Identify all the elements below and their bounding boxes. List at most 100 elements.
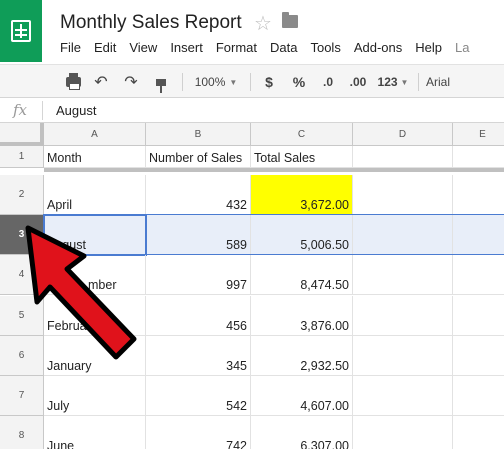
cell-e5[interactable] <box>453 296 504 336</box>
menu-edit[interactable]: Edit <box>94 40 116 55</box>
more-formats-label: 123 <box>377 75 398 89</box>
row-head-7[interactable]: 7 <box>0 376 44 416</box>
cell-c5[interactable]: 3,876.00 <box>251 296 353 336</box>
cell-a1[interactable]: Month <box>44 146 146 168</box>
col-head-a[interactable]: A <box>44 123 146 146</box>
menu-view[interactable]: View <box>129 40 157 55</box>
chevron-down-icon: ▼ <box>229 77 238 87</box>
cell-d6[interactable] <box>353 336 453 376</box>
cell-d7[interactable] <box>353 376 453 416</box>
currency-button[interactable]: $ <box>259 65 279 99</box>
cell-d2[interactable] <box>353 175 453 215</box>
formula-bar: fx August <box>0 98 504 123</box>
zoom-select[interactable]: 100% ▼ <box>190 65 242 99</box>
fx-icon: fx <box>13 101 28 119</box>
cell-a4[interactable]: mber <box>44 255 146 295</box>
print-button[interactable] <box>62 65 84 99</box>
toolbar-divider <box>250 73 251 91</box>
cell-a7[interactable]: July <box>44 376 146 416</box>
menu-insert[interactable]: Insert <box>170 40 203 55</box>
spreadsheet-grid: A B C D E 1 Month Number of Sales Total Sales 2 Ap… <box>0 123 504 449</box>
menu-help[interactable]: Help <box>415 40 442 55</box>
cell-e3[interactable] <box>453 215 504 255</box>
menu-tools[interactable]: Tools <box>310 40 340 55</box>
cell-a6[interactable]: January <box>44 336 146 376</box>
menu-format[interactable]: Format <box>216 40 257 55</box>
formula-bar-divider <box>42 101 43 120</box>
toolbar-divider <box>418 73 419 91</box>
redo-button[interactable]: ↷ <box>120 65 142 99</box>
cell-b5[interactable]: 456 <box>146 296 251 336</box>
paint-format-button[interactable] <box>150 65 172 99</box>
cell-b7[interactable]: 542 <box>146 376 251 416</box>
col-head-b[interactable]: B <box>146 123 251 146</box>
cell-c1[interactable]: Total Sales <box>251 146 353 168</box>
cell-a3[interactable]: August <box>44 215 146 255</box>
col-head-c[interactable]: C <box>251 123 353 146</box>
formula-input[interactable]: August <box>56 103 96 118</box>
cell-c3[interactable]: 5,006.50 <box>251 215 353 255</box>
sheets-app: Monthly Sales Report ☆ File Edit View In… <box>0 0 504 449</box>
increase-decimals-button[interactable]: .00 <box>344 65 372 99</box>
cell-c6[interactable]: 2,932.50 <box>251 336 353 376</box>
cell-d1[interactable] <box>353 146 453 168</box>
cell-c7[interactable]: 4,607.00 <box>251 376 353 416</box>
cell-b4[interactable]: 997 <box>146 255 251 295</box>
cell-d3[interactable] <box>353 215 453 255</box>
cell-a5[interactable]: February <box>44 296 146 336</box>
app-header: Monthly Sales Report ☆ File Edit View In… <box>0 0 504 64</box>
row-head-6[interactable]: 6 <box>0 336 44 376</box>
row-head-3[interactable]: 3 <box>0 215 44 255</box>
zoom-value: 100% <box>194 75 226 89</box>
document-title[interactable]: Monthly Sales Report <box>60 12 242 34</box>
menu-bar: File Edit View Insert Format Data Tools … <box>60 40 482 55</box>
frozen-row-divider[interactable] <box>44 168 504 172</box>
folder-icon[interactable] <box>282 12 298 28</box>
cell-c8[interactable]: 6,307.00 <box>251 416 353 449</box>
cell-d4[interactable] <box>353 255 453 295</box>
cell-e6[interactable] <box>453 336 504 376</box>
cell-e8[interactable] <box>453 416 504 449</box>
printer-icon <box>65 73 81 90</box>
menu-addons[interactable]: Add-ons <box>354 40 402 55</box>
cell-e7[interactable] <box>453 376 504 416</box>
col-head-d[interactable]: D <box>353 123 453 146</box>
row-head-1[interactable]: 1 <box>0 146 44 168</box>
cell-a8[interactable]: June <box>44 416 146 449</box>
percent-button[interactable]: % <box>288 65 310 99</box>
redo-icon: ↷ <box>124 74 138 91</box>
col-head-e[interactable]: E <box>453 123 504 146</box>
cell-b1[interactable]: Number of Sales <box>146 146 251 168</box>
cell-b2[interactable]: 432 <box>146 175 251 215</box>
cell-e1[interactable] <box>453 146 504 168</box>
menu-data[interactable]: Data <box>270 40 297 55</box>
cell-a2[interactable]: April <box>44 175 146 215</box>
font-select[interactable]: Arial <box>426 65 466 99</box>
undo-button[interactable]: ↶ <box>90 65 112 99</box>
star-icon[interactable]: ☆ <box>254 11 272 36</box>
decrease-decimals-button[interactable]: .0 <box>316 65 340 99</box>
cell-e2[interactable] <box>453 175 504 215</box>
cell-d5[interactable] <box>353 296 453 336</box>
chevron-down-icon: ▼ <box>400 77 409 87</box>
row-head-8[interactable]: 8 <box>0 416 44 449</box>
more-formats-button[interactable]: 123 ▼ <box>376 65 410 99</box>
menu-last-edit[interactable]: La <box>455 40 469 55</box>
cell-b6[interactable]: 345 <box>146 336 251 376</box>
cell-e4[interactable] <box>453 255 504 295</box>
select-all-corner[interactable] <box>0 123 44 146</box>
paint-format-icon <box>156 78 166 93</box>
cell-b3[interactable]: 589 <box>146 215 251 255</box>
cell-c2[interactable]: 3,672.00 <box>251 175 353 215</box>
menu-file[interactable]: File <box>60 40 81 55</box>
row-head-2[interactable]: 2 <box>0 175 44 215</box>
toolbar: ↶ ↷ 100% ▼ $ % .0 .00 123 ▼ Arial <box>0 64 504 98</box>
row-head-5[interactable]: 5 <box>0 296 44 336</box>
row-head-4[interactable]: 4 <box>0 255 44 295</box>
toolbar-divider <box>182 73 183 91</box>
cell-c4[interactable]: 8,474.50 <box>251 255 353 295</box>
cell-b8[interactable]: 742 <box>146 416 251 449</box>
cell-d8[interactable] <box>353 416 453 449</box>
sheets-logo-icon[interactable] <box>0 0 42 62</box>
undo-icon: ↶ <box>94 74 108 91</box>
